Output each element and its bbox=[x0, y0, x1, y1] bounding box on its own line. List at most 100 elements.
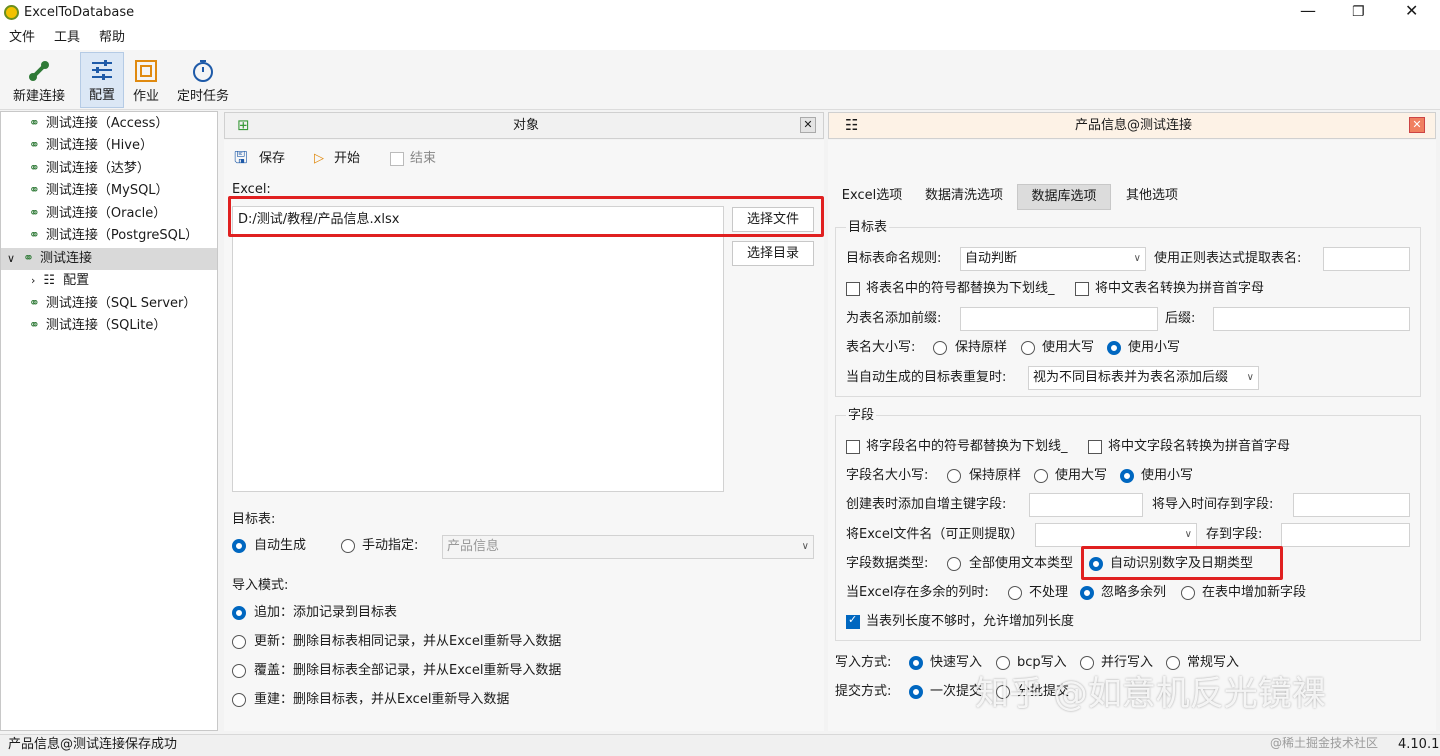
field-case-lower-radio[interactable] bbox=[1120, 469, 1134, 483]
chevron-down-icon: ∨ bbox=[1133, 253, 1141, 264]
manual-target-select[interactable]: 产品信息 ∨ bbox=[442, 535, 814, 559]
store-field-label: 存到字段: bbox=[1206, 527, 1263, 542]
store-field-input[interactable] bbox=[1281, 523, 1410, 547]
connection-icon: ⚭ bbox=[29, 318, 40, 333]
mode-update-radio[interactable] bbox=[232, 635, 246, 649]
plug-icon bbox=[29, 61, 49, 81]
table-case-keep-radio[interactable] bbox=[933, 341, 947, 355]
naming-rule-label: 目标表命名规则: bbox=[846, 251, 942, 266]
end-button[interactable]: 结束 bbox=[410, 150, 436, 168]
minimize-icon[interactable]: — bbox=[1300, 2, 1316, 20]
extra-none-label: 不处理 bbox=[1029, 585, 1069, 600]
choose-dir-button[interactable]: 选择目录 bbox=[732, 241, 814, 266]
version-label: 4.10.1 bbox=[1398, 737, 1440, 752]
options-close-icon[interactable]: ✕ bbox=[1409, 117, 1425, 133]
schedule-button[interactable]: 定时任务 bbox=[172, 52, 234, 108]
table-pinyin-checkbox[interactable] bbox=[1075, 282, 1089, 296]
end-checkbox[interactable] bbox=[390, 152, 404, 166]
sliders-icon: ☷ bbox=[43, 273, 56, 288]
start-button[interactable]: 开始 bbox=[334, 150, 360, 168]
mode-overwrite-radio[interactable] bbox=[232, 664, 246, 678]
table-case-upper-radio[interactable] bbox=[1021, 341, 1035, 355]
write-parallel-radio[interactable] bbox=[1080, 656, 1094, 670]
tree-item-config[interactable]: › ☷ 配置 bbox=[1, 270, 217, 292]
chevron-right-icon[interactable]: › bbox=[31, 274, 35, 287]
write-normal-radio[interactable] bbox=[1166, 656, 1180, 670]
tree-item-test-connection[interactable]: ∨ ⚭ 测试连接 bbox=[1, 248, 217, 270]
auto-generate-radio[interactable] bbox=[232, 539, 246, 553]
table-case-lower-radio[interactable] bbox=[1107, 341, 1121, 355]
excel-file-list[interactable] bbox=[232, 206, 724, 492]
write-fast-radio[interactable] bbox=[909, 656, 923, 670]
mode-rebuild-radio[interactable] bbox=[232, 693, 246, 707]
tab-excel-options[interactable]: Excel选项 bbox=[830, 184, 914, 210]
watermark-source: @稀土掘金技术社区 bbox=[1270, 736, 1379, 750]
config-button[interactable]: 配置 bbox=[80, 52, 124, 108]
mode-update-label: 更新：删除目标表相同记录，并从Excel重新导入数据 bbox=[254, 634, 562, 649]
field-replace-checkbox[interactable] bbox=[846, 440, 860, 454]
field-case-keep-label: 保持原样 bbox=[969, 468, 1022, 483]
status-bar: 产品信息@测试连接保存成功 4.10.1 bbox=[0, 734, 1440, 756]
suffix-input[interactable] bbox=[1213, 307, 1410, 331]
status-message: 产品信息@测试连接保存成功 bbox=[8, 737, 178, 752]
manual-specify-label: 手动指定: bbox=[362, 538, 419, 553]
table-case-lower-label: 使用小写 bbox=[1128, 340, 1181, 355]
replace-symbols-label: 将表名中的符号都替换为下划线_ bbox=[866, 281, 1055, 296]
pk-input[interactable] bbox=[1029, 493, 1143, 517]
extra-columns-label: 当Excel存在多余的列时: bbox=[846, 585, 989, 600]
write-bcp-radio[interactable] bbox=[996, 656, 1010, 670]
close-icon[interactable]: ✕ bbox=[1405, 2, 1418, 20]
object-close-icon[interactable]: ✕ bbox=[800, 117, 816, 133]
tree-item-dameng[interactable]: ⚭ 测试连接（达梦） bbox=[1, 158, 217, 180]
watermark: 知乎 @如意机反光镜裸 bbox=[975, 674, 1326, 714]
extra-none-radio[interactable] bbox=[1008, 586, 1022, 600]
connection-icon: ⚭ bbox=[29, 116, 40, 131]
maximize-icon[interactable]: ❐ bbox=[1352, 3, 1365, 21]
chevron-down-icon[interactable]: ∨ bbox=[7, 252, 15, 265]
field-case-keep-radio[interactable] bbox=[947, 469, 961, 483]
mode-rebuild-label: 重建：删除目标表，并从Excel重新导入数据 bbox=[254, 692, 510, 707]
extra-add-radio[interactable] bbox=[1181, 586, 1195, 600]
tree-item-access[interactable]: ⚭ 测试连接（Access） bbox=[1, 113, 217, 135]
tree-item-hive[interactable]: ⚭ 测试连接（Hive） bbox=[1, 135, 217, 157]
new-connection-button[interactable]: 新建连接 bbox=[6, 52, 72, 108]
pk-label: 创建表时添加自增主键字段: bbox=[846, 497, 1007, 512]
type-text-radio[interactable] bbox=[947, 557, 961, 571]
play-icon: ▷ bbox=[314, 151, 324, 166]
tree-item-sqlite[interactable]: ⚭ 测试连接（SQLite） bbox=[1, 315, 217, 337]
job-button[interactable]: 作业 bbox=[128, 52, 164, 108]
tree-item-oracle[interactable]: ⚭ 测试连接（Oracle） bbox=[1, 203, 217, 225]
replace-symbols-checkbox[interactable] bbox=[846, 282, 860, 296]
menu-tools[interactable]: 工具 bbox=[54, 29, 80, 47]
prefix-input[interactable] bbox=[960, 307, 1158, 331]
regex-input[interactable] bbox=[1323, 247, 1410, 271]
tab-other-options[interactable]: 其他选项 bbox=[1116, 184, 1188, 210]
toolbar: 新建连接 配置 作业 定时任务 bbox=[0, 50, 1440, 110]
commit-mode-label: 提交方式: bbox=[835, 684, 892, 699]
tree-item-postgresql[interactable]: ⚭ 测试连接（PostgreSQL） bbox=[1, 225, 217, 247]
field-case-upper-radio[interactable] bbox=[1034, 469, 1048, 483]
connection-icon: ⚭ bbox=[29, 138, 40, 153]
commit-once-radio[interactable] bbox=[909, 685, 923, 699]
mode-append-radio[interactable] bbox=[232, 606, 246, 620]
field-pinyin-checkbox[interactable] bbox=[1088, 440, 1102, 454]
tree-item-mysql[interactable]: ⚭ 测试连接（MySQL） bbox=[1, 180, 217, 202]
grow-length-checkbox[interactable]: ✓ bbox=[846, 613, 860, 629]
save-button[interactable]: 保存 bbox=[259, 150, 285, 168]
suffix-label: 后缀: bbox=[1165, 311, 1196, 326]
menu-file[interactable]: 文件 bbox=[9, 29, 35, 47]
tab-database-options[interactable]: 数据库选项 bbox=[1017, 184, 1111, 210]
tree-item-sqlserver[interactable]: ⚭ 测试连接（SQL Server） bbox=[1, 293, 217, 315]
menu-help[interactable]: 帮助 bbox=[99, 29, 125, 47]
connection-tree: ⚭ 测试连接（Access） ⚭ 测试连接（Hive） ⚭ 测试连接（达梦） ⚭ 测试连… bbox=[0, 111, 218, 731]
filename-select[interactable]: ∨ bbox=[1035, 523, 1197, 547]
data-type-label: 字段数据类型: bbox=[846, 556, 929, 571]
tab-cleaning-options[interactable]: 数据清洗选项 bbox=[916, 184, 1012, 210]
duplicate-select[interactable]: 视为不同目标表并为表名添加后缀 ∨ bbox=[1028, 366, 1259, 390]
schedule-label: 定时任务 bbox=[176, 89, 229, 104]
chevron-down-icon: ∨ bbox=[1246, 372, 1254, 383]
naming-rule-select[interactable]: 自动判断 ∨ bbox=[960, 247, 1146, 271]
extra-ignore-radio[interactable] bbox=[1080, 586, 1094, 600]
manual-specify-radio[interactable] bbox=[341, 539, 355, 553]
import-time-input[interactable] bbox=[1293, 493, 1410, 517]
